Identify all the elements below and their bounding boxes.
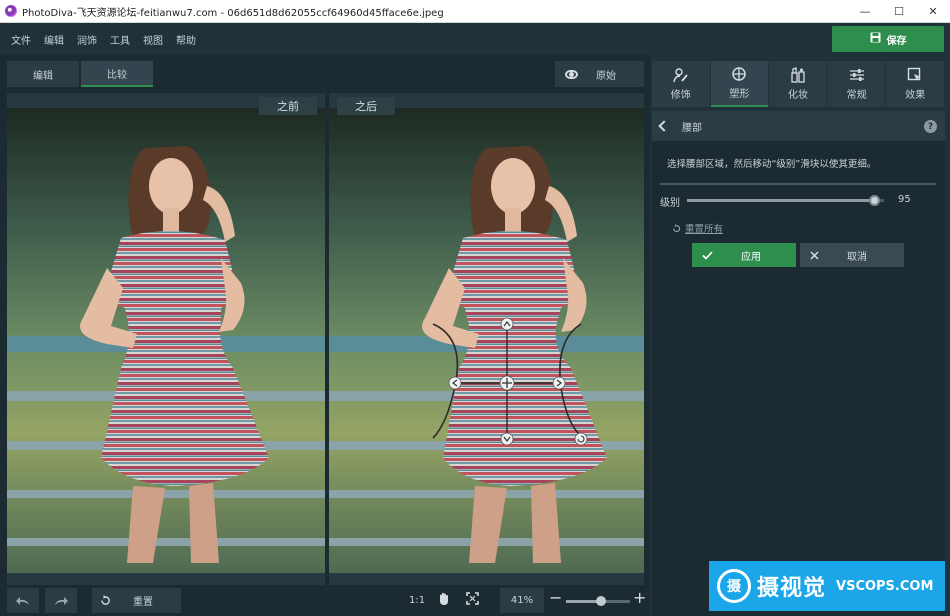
before-photo: [7, 108, 325, 573]
menu-view[interactable]: 视图: [143, 30, 163, 49]
level-slider-thumb[interactable]: [869, 195, 881, 206]
reset-all-label: 重置所有: [685, 224, 724, 235]
instruction-text: 选择腰部区域，然后移动“级别”滑块以使其更细。: [667, 159, 877, 170]
cancel-button[interactable]: 取消: [800, 243, 904, 267]
watermark-logo: 摄: [717, 569, 751, 603]
reset-button[interactable]: 重置: [92, 588, 181, 613]
zoom-out-icon[interactable]: −: [549, 590, 562, 606]
tab-edit[interactable]: 编辑: [7, 61, 79, 87]
save-label: 保存: [886, 35, 907, 47]
undo-button[interactable]: [7, 588, 39, 613]
makeup-icon: [791, 67, 805, 83]
undo-icon: [16, 596, 29, 605]
before-panel[interactable]: 之前: [7, 93, 325, 616]
tab-effects-label: 效果: [905, 90, 926, 101]
level-slider-fill: [687, 199, 875, 202]
zoom-slider-thumb[interactable]: [596, 596, 607, 606]
actual-size-button[interactable]: 1:1: [409, 595, 425, 606]
tab-shaping-label: 塑形: [729, 89, 750, 100]
view-tabs: 编辑 比较: [7, 61, 155, 87]
original-label: 原始: [596, 70, 616, 82]
menu-tools[interactable]: 工具: [110, 30, 130, 49]
tab-makeup[interactable]: 化妆: [769, 61, 827, 107]
reset-icon: [673, 223, 681, 232]
help-icon[interactable]: ?: [924, 120, 937, 133]
tab-effects[interactable]: 效果: [886, 61, 944, 107]
after-panel[interactable]: 之后: [329, 93, 644, 616]
retouch-icon: [673, 68, 688, 83]
tab-makeup-label: 化妆: [787, 90, 808, 101]
menu-retouch[interactable]: 润饰: [77, 30, 97, 49]
zoom-level[interactable]: 41%: [500, 588, 544, 613]
close-icon: [810, 250, 819, 260]
before-label: 之前: [259, 97, 317, 115]
zoom-in-icon[interactable]: +: [633, 590, 646, 606]
after-photo: [329, 108, 644, 573]
app-logo-icon: [5, 5, 17, 17]
waist-panel: 腰部 ? 选择腰部区域，然后移动“级别”滑块以使其更细。 级别 95 重置所有 …: [652, 111, 945, 616]
tab-general[interactable]: 常规: [827, 61, 886, 107]
tool-tabs: 修饰 塑形 化妆 常规 效果: [652, 61, 945, 107]
eye-icon: [565, 69, 578, 79]
divider: [660, 183, 936, 185]
window-controls: — ☐ ✕: [848, 0, 950, 23]
reset-label: 重置: [133, 597, 153, 608]
reset-all-link[interactable]: 重置所有: [672, 221, 723, 235]
watermark-en-text: VSCOPS.COM: [836, 578, 934, 594]
watermark-cn-text: 摄视觉: [757, 576, 827, 601]
bottom-toolbar: 重置 1:1 41% − +: [0, 585, 650, 616]
floppy-disk-icon: [870, 32, 881, 46]
tab-general-label: 常规: [846, 90, 867, 101]
close-button[interactable]: ✕: [916, 0, 950, 23]
tab-compare[interactable]: 比较: [81, 61, 153, 87]
minimize-button[interactable]: —: [848, 0, 882, 23]
menu-bar: 文件 编辑 润饰 工具 视图 帮助 保存: [0, 23, 950, 55]
original-button[interactable]: 原始: [555, 61, 644, 87]
workspace: 编辑 比较 原始 之前 之后: [0, 55, 650, 616]
section-header: 腰部 ?: [652, 111, 945, 141]
after-label: 之后: [337, 97, 395, 115]
title-bar: PhotoDiva-飞天资源论坛-feitianwu7.com - 06d651…: [0, 0, 950, 23]
effects-icon: [907, 67, 922, 81]
cancel-label: 取消: [847, 251, 867, 263]
redo-icon: [55, 596, 68, 605]
sliders-icon: [849, 69, 864, 81]
section-title: 腰部: [682, 122, 702, 134]
reset-icon: [101, 595, 110, 605]
hand-icon[interactable]: [438, 592, 450, 609]
level-label: 级别: [660, 198, 680, 209]
tools-sidebar: 修饰 塑形 化妆 常规 效果 腰部 ? 选择腰部区域，然后移动“级别”滑块以使其…: [650, 55, 950, 616]
tab-retouch[interactable]: 修饰: [652, 61, 710, 107]
save-button[interactable]: 保存: [832, 26, 944, 52]
tab-shaping[interactable]: 塑形: [710, 61, 769, 107]
back-icon[interactable]: [658, 120, 670, 132]
shaping-icon: [732, 67, 747, 81]
redo-button[interactable]: [45, 588, 77, 613]
zoom-slider[interactable]: [566, 596, 630, 606]
fit-screen-icon[interactable]: [466, 592, 479, 608]
maximize-button[interactable]: ☐: [882, 0, 916, 23]
level-slider[interactable]: [687, 195, 884, 206]
menu-help[interactable]: 帮助: [176, 30, 196, 49]
level-value: 95: [898, 194, 911, 205]
watermark: 摄 摄视觉 VSCOPS.COM: [709, 561, 945, 611]
apply-label: 应用: [741, 251, 761, 263]
window-title: PhotoDiva-飞天资源论坛-feitianwu7.com - 06d651…: [22, 7, 444, 19]
check-icon: [702, 250, 713, 260]
tab-retouch-label: 修饰: [670, 90, 691, 101]
menu-edit[interactable]: 编辑: [44, 30, 64, 49]
apply-button[interactable]: 应用: [692, 243, 796, 267]
menu-file[interactable]: 文件: [11, 30, 31, 49]
